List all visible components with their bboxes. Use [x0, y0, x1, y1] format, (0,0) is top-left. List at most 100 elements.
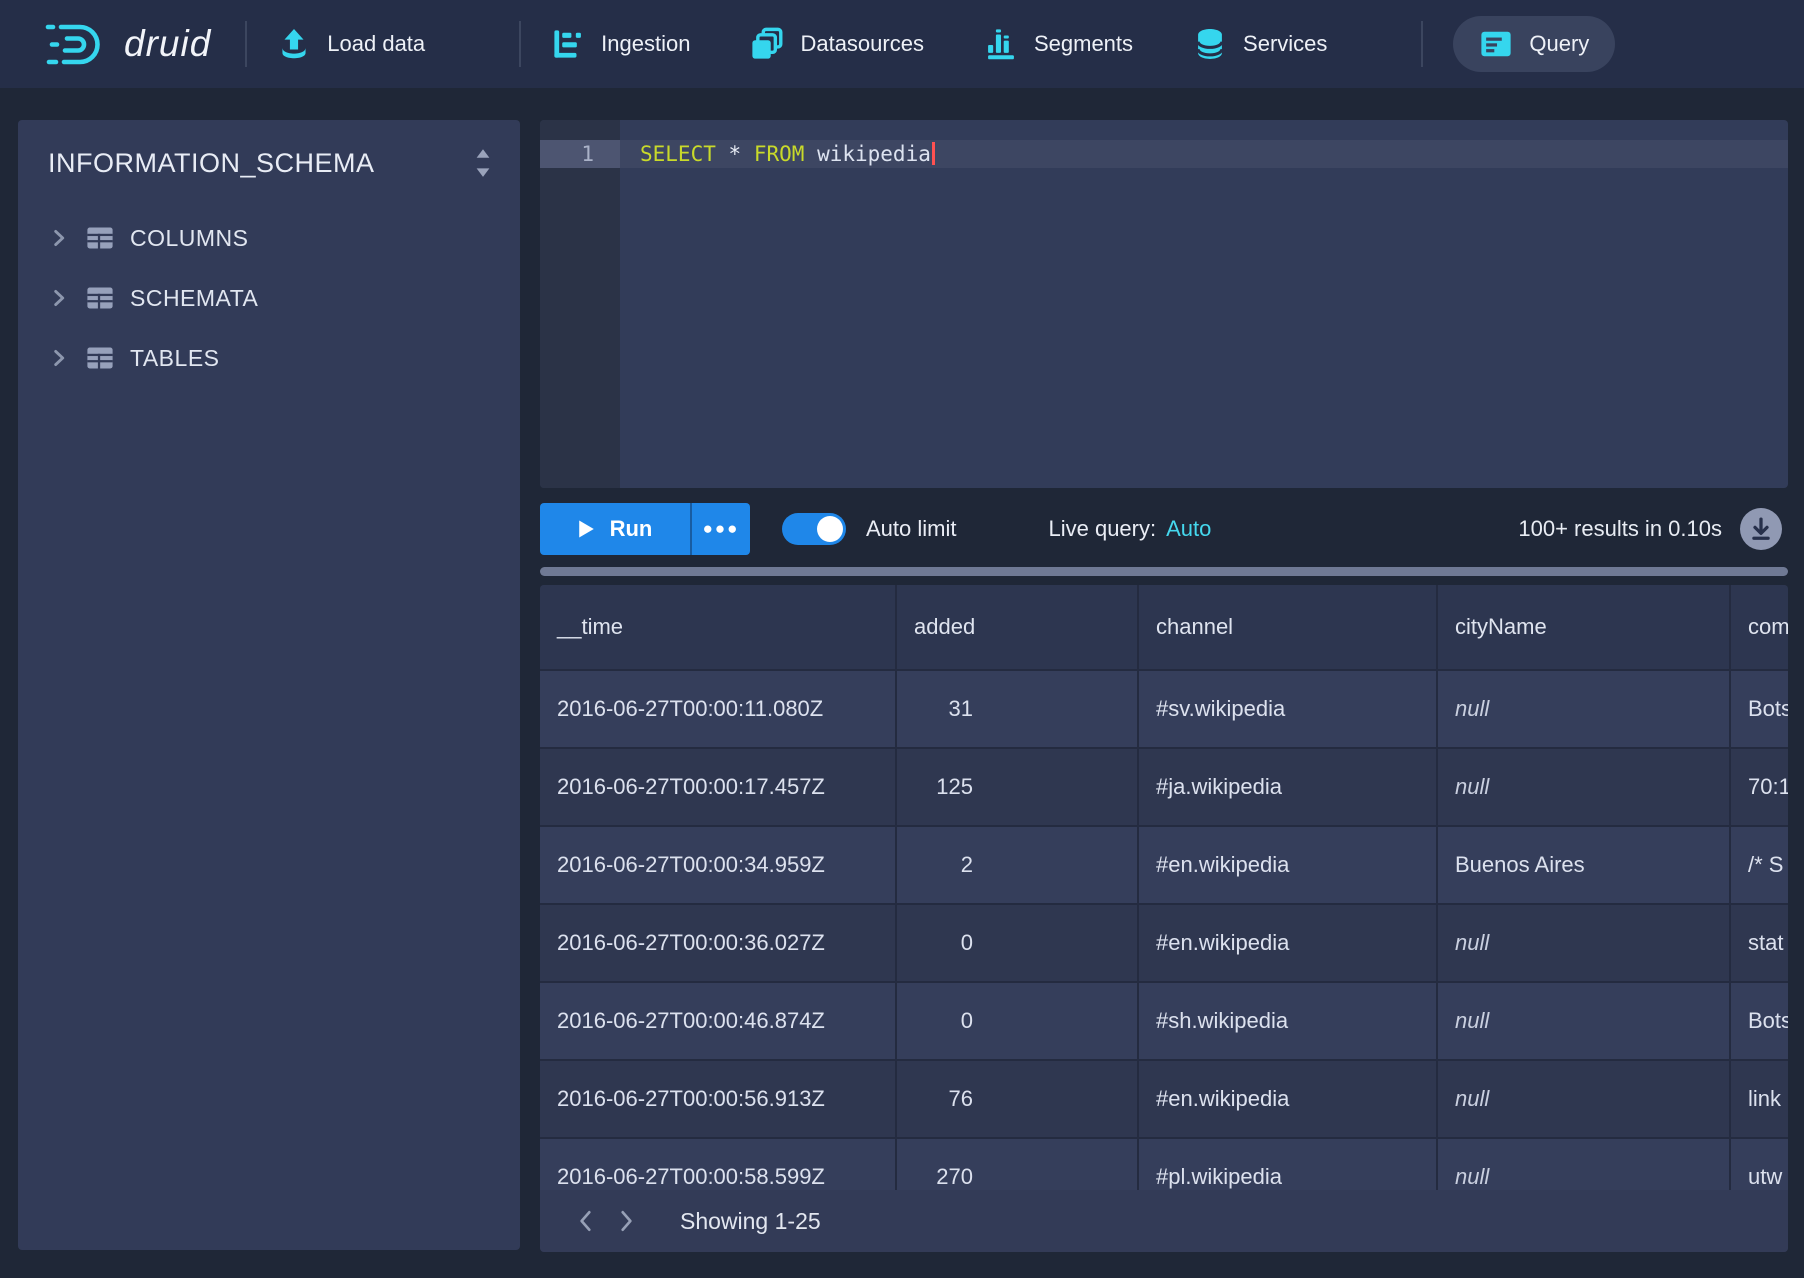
- cell-cityName[interactable]: null: [1438, 749, 1731, 825]
- cell-cityName[interactable]: null: [1438, 983, 1731, 1059]
- cell-comment[interactable]: link: [1731, 1061, 1788, 1137]
- datasources-stack-icon: [750, 27, 784, 61]
- cell-cityName[interactable]: Buenos Aires: [1438, 827, 1731, 903]
- column-header-cityName[interactable]: cityName: [1438, 585, 1731, 669]
- live-query-value-button[interactable]: Auto: [1166, 516, 1211, 542]
- line-number-gutter: [540, 120, 620, 488]
- column-header-comment[interactable]: comment: [1731, 585, 1788, 669]
- double-caret-icon: [472, 146, 494, 180]
- cell-cityName[interactable]: null: [1438, 905, 1731, 981]
- cell-channel[interactable]: #en.wikipedia: [1139, 905, 1438, 981]
- cell-time[interactable]: 2016-06-27T00:00:46.874Z: [540, 983, 897, 1059]
- cell-time[interactable]: 2016-06-27T00:00:17.457Z: [540, 749, 897, 825]
- cell-channel[interactable]: #en.wikipedia: [1139, 1061, 1438, 1137]
- cell-comment[interactable]: /* S: [1731, 827, 1788, 903]
- table-row: 2016-06-27T00:00:34.959Z2#en.wikipediaBu…: [540, 827, 1788, 905]
- table-icon: [85, 343, 115, 373]
- auto-limit-toggle[interactable]: [782, 513, 846, 545]
- cell-cityName[interactable]: null: [1438, 671, 1731, 747]
- sql-line[interactable]: SELECT * FROM wikipedia: [620, 140, 1788, 168]
- cell-time[interactable]: 2016-06-27T00:00:36.027Z: [540, 905, 897, 981]
- nav-item-datasources[interactable]: Datasources: [750, 27, 924, 61]
- tree-item-label: SCHEMATA: [130, 285, 258, 312]
- null-value: null: [1455, 774, 1489, 800]
- nav-item-segments[interactable]: Segments: [984, 27, 1133, 61]
- chevron-left-icon: [575, 1208, 597, 1234]
- logo-wordmark: druid: [124, 23, 211, 65]
- auto-limit-label: Auto limit: [866, 516, 956, 542]
- nav-item-label: Services: [1243, 31, 1327, 57]
- column-header-__time[interactable]: __time: [540, 585, 897, 669]
- nav-item-query[interactable]: Query: [1453, 16, 1615, 72]
- null-value: null: [1455, 696, 1489, 722]
- null-value: null: [1455, 930, 1489, 956]
- cell-channel[interactable]: #en.wikipedia: [1139, 827, 1438, 903]
- top-navbar: druid Load data Ingestion Datasources Segme…: [0, 0, 1804, 88]
- cell-time[interactable]: 2016-06-27T00:00:56.913Z: [540, 1061, 897, 1137]
- segments-bars-icon: [984, 27, 1018, 61]
- cell-channel[interactable]: #sh.wikipedia: [1139, 983, 1438, 1059]
- schema-title: INFORMATION_SCHEMA: [48, 148, 375, 179]
- download-results-button[interactable]: [1740, 508, 1782, 550]
- druid-console: { "navbar": { "logo_text": "druid", "ite…: [0, 0, 1804, 1278]
- live-query-label: Live query:: [1048, 516, 1156, 542]
- cell-channel[interactable]: #ja.wikipedia: [1139, 749, 1438, 825]
- toggle-knob: [817, 516, 843, 542]
- tree-item-schemata[interactable]: SCHEMATA: [18, 268, 520, 328]
- navbar-divider: [519, 21, 521, 67]
- druid-logo[interactable]: druid: [36, 19, 211, 69]
- cell-comment[interactable]: Bots: [1731, 983, 1788, 1059]
- nav-item-load-data[interactable]: Load data: [277, 27, 425, 61]
- null-value: null: [1455, 1086, 1489, 1112]
- cell-channel[interactable]: #sv.wikipedia: [1139, 671, 1438, 747]
- run-button[interactable]: Run: [540, 503, 690, 555]
- pagination-prev-button[interactable]: [566, 1201, 606, 1241]
- table-row: 2016-06-27T00:00:46.874Z0#sh.wikipedianu…: [540, 983, 1788, 1061]
- column-header-channel[interactable]: channel: [1139, 585, 1438, 669]
- run-label: Run: [610, 516, 653, 542]
- cell-added[interactable]: 2: [897, 827, 1139, 903]
- pagination-next-button[interactable]: [606, 1201, 646, 1241]
- druid-logo-icon: [36, 19, 110, 69]
- nav-item-label: Datasources: [800, 31, 924, 57]
- schema-selector[interactable]: INFORMATION_SCHEMA: [18, 120, 520, 194]
- cell-comment[interactable]: stat: [1731, 905, 1788, 981]
- query-console-icon: [1479, 27, 1513, 61]
- download-icon: [1750, 517, 1772, 541]
- pagination-footer: Showing 1-25: [540, 1190, 1788, 1252]
- cell-time[interactable]: 2016-06-27T00:00:34.959Z: [540, 827, 897, 903]
- cell-added[interactable]: 0: [897, 905, 1139, 981]
- cell-added[interactable]: 31: [897, 671, 1139, 747]
- null-value: null: [1455, 1164, 1489, 1190]
- chevron-right-icon: [48, 287, 70, 309]
- nav-item-services[interactable]: Services: [1193, 27, 1327, 61]
- query-editor[interactable]: 1 SELECT * FROM wikipedia: [540, 120, 1788, 488]
- results-summary: 100+ results in 0.10s: [1518, 516, 1722, 542]
- results-header-row: __timeaddedchannelcityNamecomment: [540, 585, 1788, 671]
- ingestion-chart-icon: [551, 27, 585, 61]
- cell-added[interactable]: 0: [897, 983, 1139, 1059]
- chevron-right-icon: [48, 227, 70, 249]
- cell-cityName[interactable]: null: [1438, 1061, 1731, 1137]
- query-toolbar: Run ●●● Auto limit Live query: Auto 100+…: [540, 502, 1788, 556]
- nav-item-label: Ingestion: [601, 31, 690, 57]
- tree-item-tables[interactable]: TABLES: [18, 328, 520, 388]
- table-row: 2016-06-27T00:00:11.080Z31#sv.wikipedia n…: [540, 671, 1788, 749]
- cell-time[interactable]: 2016-06-27T00:00:11.080Z: [540, 671, 897, 747]
- table-icon: [85, 223, 115, 253]
- table-row: 2016-06-27T00:00:56.913Z76#en.wikipedia n…: [540, 1061, 1788, 1139]
- cell-comment[interactable]: Bots: [1731, 671, 1788, 747]
- cell-comment[interactable]: 70:1: [1731, 749, 1788, 825]
- column-header-added[interactable]: added: [897, 585, 1139, 669]
- sql-star: *: [729, 142, 742, 166]
- cell-added[interactable]: 125: [897, 749, 1139, 825]
- tree-item-columns[interactable]: COLUMNS: [18, 208, 520, 268]
- results-hscrollbar[interactable]: [540, 567, 1788, 576]
- nav-item-ingestion[interactable]: Ingestion: [551, 27, 690, 61]
- results-table: __timeaddedchannelcityNamecomment 2016-0…: [540, 585, 1788, 1252]
- cell-added[interactable]: 76: [897, 1061, 1139, 1137]
- more-options-button[interactable]: ●●●: [690, 503, 750, 555]
- schema-tree: COLUMNS SCHEMATA TABLES: [18, 208, 520, 388]
- line-number: 1: [540, 140, 620, 168]
- sql-keyword: SELECT: [640, 142, 716, 166]
